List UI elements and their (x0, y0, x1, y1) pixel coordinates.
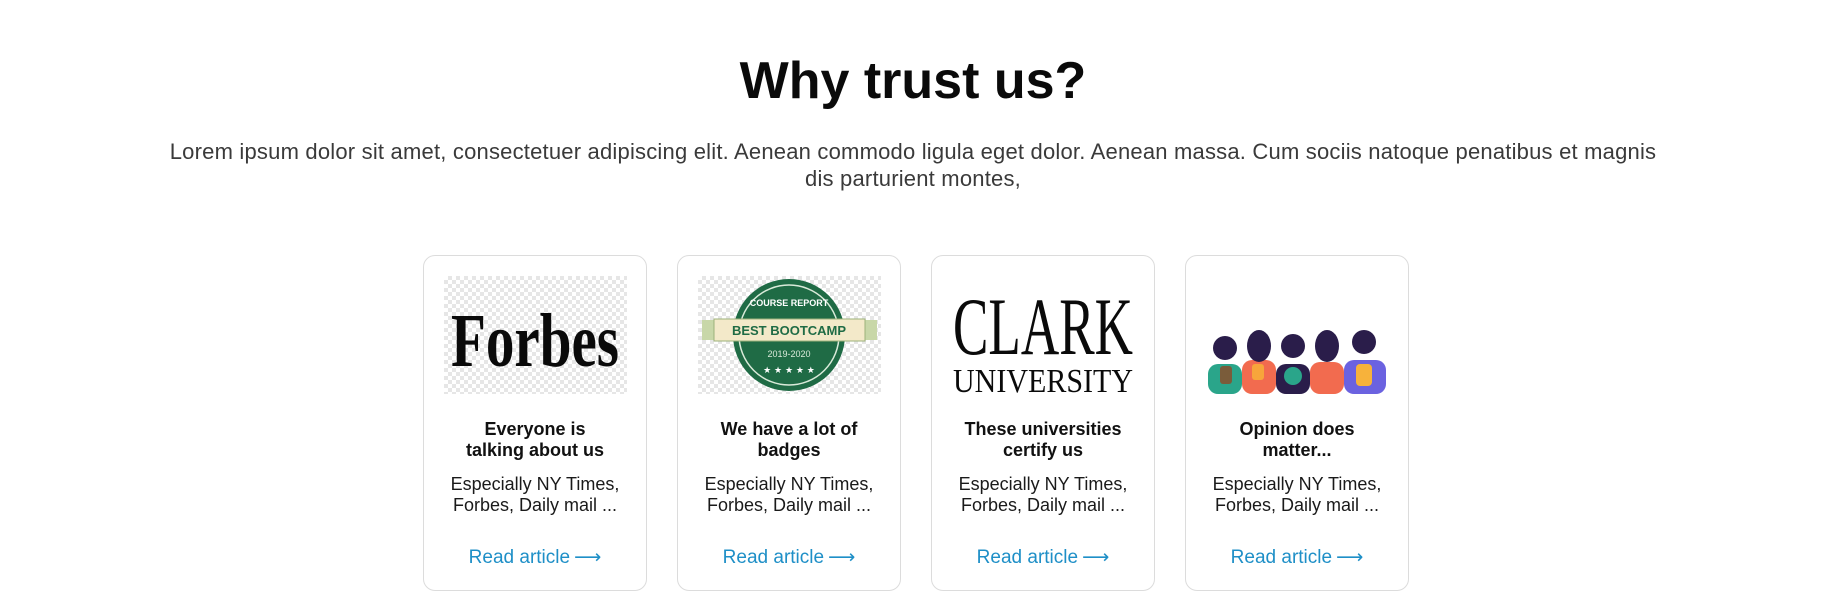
card-title: We have a lot of badges (720, 419, 858, 460)
read-article-link[interactable]: Read article ⟶ (932, 546, 1154, 570)
section-lead: Lorem ipsum dolor sit amet, consectetuer… (169, 139, 1657, 191)
forbes-wordmark: Forbes (451, 299, 619, 383)
trust-section: Why trust us? Lorem ipsum dolor sit amet… (0, 0, 1826, 610)
course-report-badge: COURSE REPORT BEST BOOTCAMP 2019-2020 ★ … (698, 276, 881, 394)
card-title: Opinion does matter... (1239, 419, 1355, 460)
card-title: These universities certify us (964, 419, 1122, 460)
university-wordmark: UNIVERSITY (953, 363, 1133, 394)
course-report-badge-image: COURSE REPORT BEST BOOTCAMP 2019-2020 ★ … (702, 279, 877, 391)
read-article-label: Read article (976, 547, 1079, 568)
card-title: Everyone is talking about us (465, 419, 604, 460)
trust-card: Forbes Everyone is talking about us Espe… (423, 255, 647, 591)
students-illustration-image (1208, 330, 1386, 394)
read-article-link[interactable]: Read article ⟶ (678, 546, 900, 570)
students-illustration (1206, 276, 1389, 394)
trust-cards: Forbes Everyone is talking about us Espe… (423, 255, 1409, 591)
arrow-right-icon: ⟶ (1082, 547, 1110, 568)
clark-wordmark: CLARK (953, 281, 1133, 372)
card-description: Especially NY Times, Forbes, Daily mail … (958, 474, 1128, 515)
badge-top-text: COURSE REPORT (750, 298, 829, 308)
arrow-right-icon: ⟶ (1336, 547, 1364, 568)
forbes-logo: Forbes (444, 276, 627, 394)
arrow-right-icon: ⟶ (828, 547, 856, 568)
read-article-link[interactable]: Read article ⟶ (1186, 546, 1408, 570)
trust-card: Opinion does matter... Especially NY Tim… (1185, 255, 1409, 591)
card-description: Especially NY Times, Forbes, Daily mail … (450, 474, 620, 515)
badge-ribbon-text: BEST BOOTCAMP (732, 323, 846, 338)
section-title: Why trust us? (739, 52, 1087, 110)
clark-university-logo-image: CLARK UNIVERSITY (953, 281, 1133, 394)
star-icon: ★ ★ ★ ★ ★ (763, 366, 815, 376)
read-article-label: Read article (1230, 547, 1333, 568)
forbes-logo-image: Forbes (451, 299, 619, 383)
read-article-link[interactable]: Read article ⟶ (424, 546, 646, 570)
trust-card: CLARK UNIVERSITY These universities cert… (931, 255, 1155, 591)
read-article-label: Read article (722, 547, 825, 568)
card-description: Especially NY Times, Forbes, Daily mail … (1212, 474, 1382, 515)
read-article-label: Read article (468, 547, 571, 568)
card-description: Especially NY Times, Forbes, Daily mail … (704, 474, 874, 515)
badge-year-text: 2019-2020 (767, 349, 810, 359)
trust-card: COURSE REPORT BEST BOOTCAMP 2019-2020 ★ … (677, 255, 901, 591)
arrow-right-icon: ⟶ (574, 547, 602, 568)
clark-university-logo: CLARK UNIVERSITY (952, 276, 1135, 394)
